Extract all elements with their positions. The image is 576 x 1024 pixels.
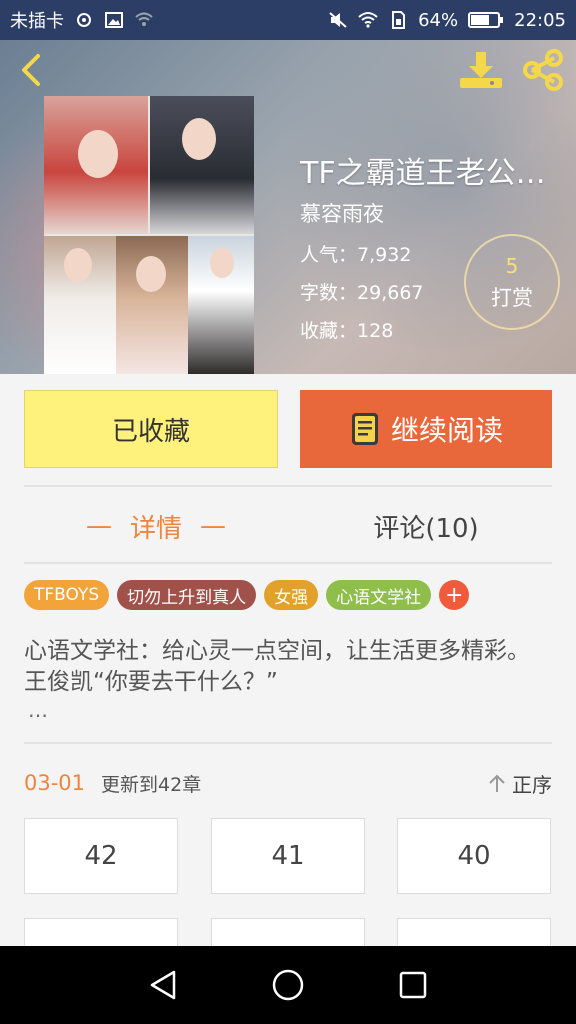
divider (24, 742, 552, 744)
tag-item[interactable]: 切勿上升到真人 (117, 580, 257, 610)
nav-back-icon[interactable] (146, 968, 180, 1002)
continue-reading-label: 继续阅读 (390, 414, 503, 447)
continue-reading-button[interactable]: 继续阅读 (300, 390, 552, 468)
book-description: 心语文学社：给心灵一点空间，让生活更多精彩。王俊凯“你要去干什么？” (24, 638, 530, 695)
tag-item[interactable]: TFBOYS (24, 580, 110, 610)
description-more[interactable]: … (28, 698, 48, 722)
book-cover[interactable] (44, 96, 254, 374)
chapter-button[interactable] (397, 918, 551, 948)
battery-percent: 64% (418, 9, 459, 31)
tag-item[interactable]: 女强 (264, 580, 319, 610)
nav-recent-icon[interactable] (396, 968, 430, 1002)
wifi-icon (358, 12, 378, 28)
word-count-label: 字数： (300, 282, 358, 304)
tip-count: 5 (505, 254, 519, 278)
chapter-button[interactable]: 40 (397, 818, 551, 894)
word-count-stat: 字数：29,667 (300, 278, 424, 305)
mute-icon (329, 12, 347, 28)
status-bar: 未插卡 64% 22:05 (0, 0, 576, 40)
carrier-text: 未插卡 (10, 11, 64, 32)
book-title: TF之霸道王老公… (300, 156, 546, 191)
tab-detail[interactable]: — 详情 — (24, 498, 288, 554)
battery-icon (468, 12, 504, 28)
chapter-button[interactable] (211, 918, 365, 948)
divider (24, 485, 552, 487)
tip-button[interactable]: 5 打赏 (464, 234, 560, 330)
favorites-value: 128 (357, 320, 394, 342)
tab-dash-left: — (85, 511, 112, 541)
sim-icon (392, 11, 406, 29)
add-tag-button[interactable]: + (439, 580, 470, 610)
popularity-value: 7,932 (357, 244, 412, 266)
book-icon (351, 413, 378, 445)
download-icon[interactable] (458, 50, 504, 90)
tab-dash-right: — (200, 511, 226, 541)
favorites-label: 收藏： (300, 320, 358, 342)
tab-detail-label: 详情 (129, 513, 182, 544)
tag-item[interactable]: 心语文学社 (326, 580, 432, 610)
update-row: 03-01 更新到42章 正序 (24, 766, 552, 800)
favorites-stat: 收藏：128 (300, 316, 393, 343)
tip-label: 打赏 (491, 286, 533, 310)
chapter-button[interactable]: 42 (24, 818, 178, 894)
book-author[interactable]: 慕容雨夜 (300, 198, 384, 228)
arrow-up-icon (489, 774, 505, 792)
word-count-value: 29,667 (357, 282, 424, 304)
nav-home-icon[interactable] (271, 968, 305, 1002)
update-date: 03-01 (24, 771, 86, 795)
navigation-bar (0, 946, 576, 1024)
popularity-stat: 人气：7,932 (300, 240, 411, 267)
chapter-button[interactable] (24, 918, 178, 948)
popularity-label: 人气： (300, 244, 358, 266)
favorited-button[interactable]: 已收藏 (24, 390, 278, 468)
sort-label: 正序 (512, 772, 552, 797)
update-text: 更新到42章 (101, 773, 202, 796)
image-icon (105, 12, 123, 28)
back-icon[interactable] (14, 52, 50, 88)
clock: 22:05 (514, 9, 566, 31)
wifi-off-icon (135, 12, 153, 26)
tag-list: TFBOYS 切勿上升到真人 女强 心语文学社 + (24, 580, 470, 610)
tab-comments[interactable]: 评论(10) (300, 498, 552, 554)
divider (24, 562, 552, 564)
share-icon[interactable] (520, 48, 566, 92)
chapter-button[interactable]: 41 (211, 818, 365, 894)
tab-comments-label: 评论(10) (373, 513, 479, 544)
favorited-label: 已收藏 (111, 416, 190, 447)
location-icon (77, 13, 91, 27)
sort-toggle[interactable]: 正序 (488, 769, 552, 798)
